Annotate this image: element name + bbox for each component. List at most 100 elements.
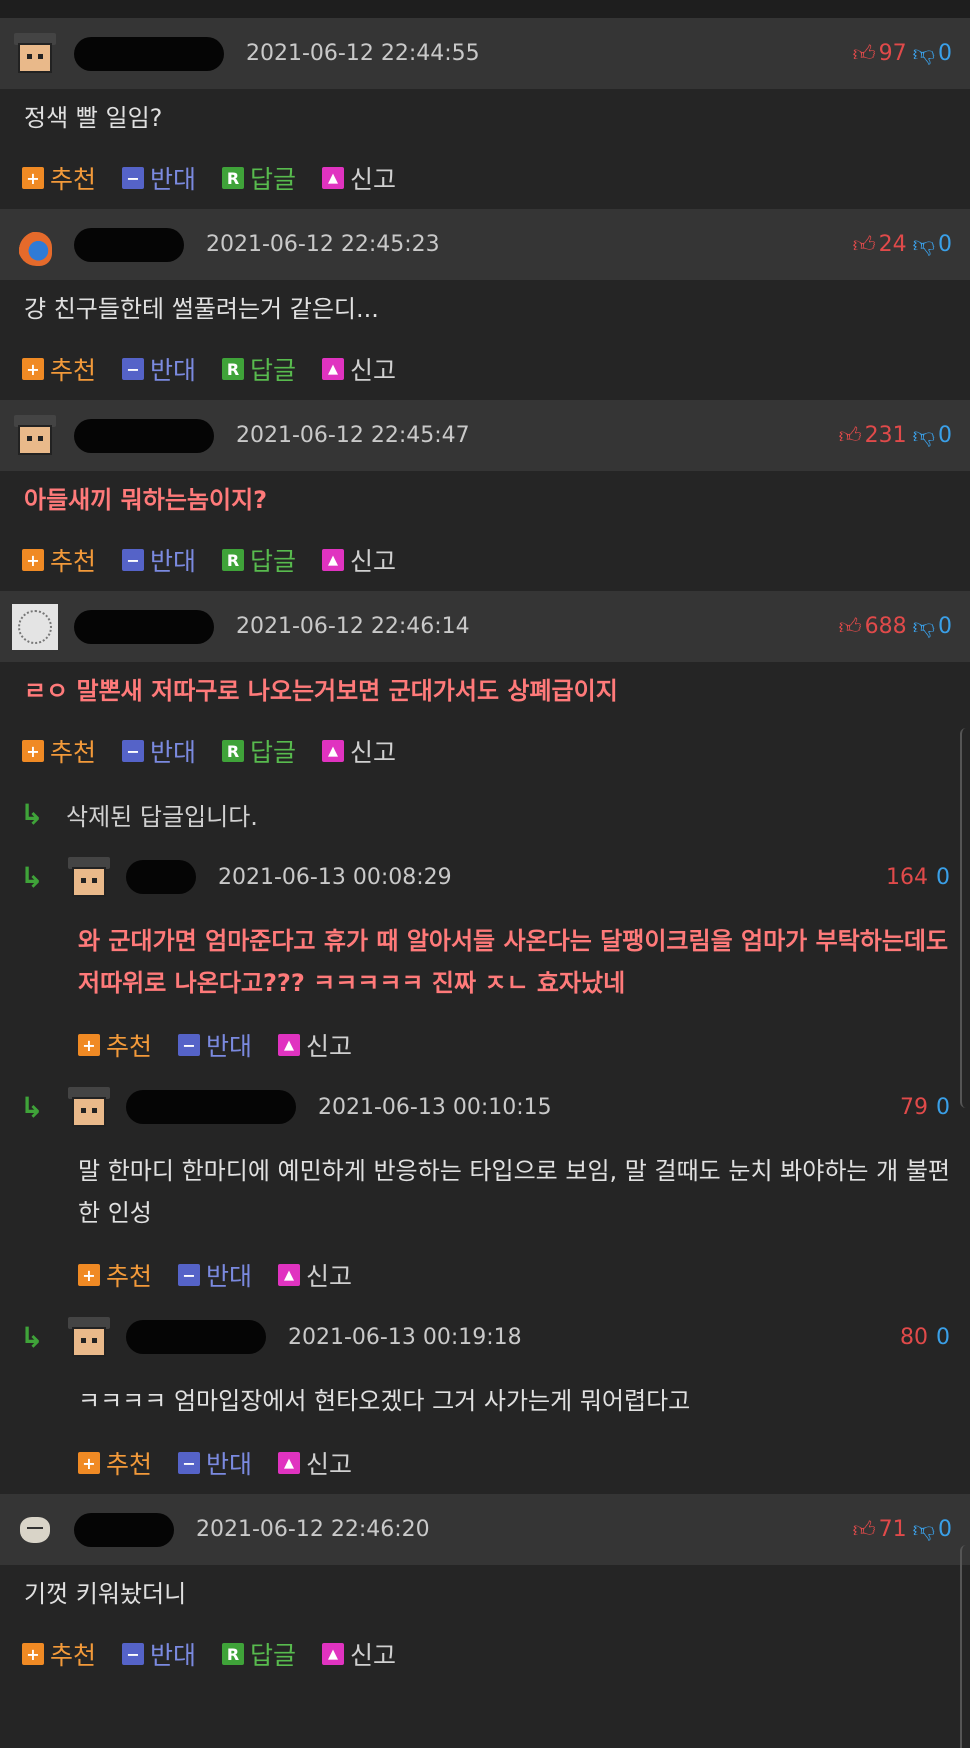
reply: ↳ 2021-06-13 00:08:29 164 0 와 군대가면 엄마준다고… [0, 846, 970, 1076]
oppose-button[interactable]: − 반대 [122, 542, 196, 578]
siren-icon: ▲ [278, 1264, 301, 1286]
avatar[interactable] [12, 413, 58, 459]
upvote-count[interactable]: 164 [886, 865, 928, 890]
oppose-label: 반대 [206, 1262, 253, 1291]
downvote[interactable]: 👎︎ 0 [913, 613, 952, 640]
report-button[interactable]: ▲ 신고 [322, 351, 396, 387]
downvote[interactable]: 👎︎ 0 [913, 40, 952, 67]
downvote-count[interactable]: 0 [936, 865, 950, 890]
comment-header: 2021-06-12 22:46:14 👍︎ 688 👎︎ 0 [0, 591, 970, 662]
recommend-button[interactable]: + 추천 [22, 1636, 96, 1672]
reply-button[interactable]: R 답글 [222, 351, 296, 387]
plus-icon: + [22, 740, 44, 762]
oppose-button[interactable]: − 반대 [122, 351, 196, 387]
recommend-button[interactable]: + 추천 [22, 351, 96, 387]
minus-icon: − [122, 549, 145, 571]
report-button[interactable]: ▲ 신고 [278, 1027, 352, 1063]
redacted-nickname [74, 36, 224, 71]
reply-date: 2021-06-13 00:08:29 [218, 864, 452, 890]
comment-actions: + 추천 − 반대 R 답글 ▲ 신고 [0, 147, 970, 209]
downvote[interactable]: 👎︎ 0 [913, 231, 952, 258]
report-label: 신고 [306, 1032, 353, 1061]
oppose-button[interactable]: − 반대 [178, 1257, 252, 1293]
minus-icon: − [122, 1643, 145, 1665]
report-button[interactable]: ▲ 신고 [278, 1257, 352, 1293]
upvote[interactable]: 👍︎ 97 [853, 40, 907, 67]
upvote[interactable]: 👍︎ 688 [839, 613, 907, 640]
vote-counts: 80 0 [900, 1306, 950, 1368]
siren-icon: ▲ [322, 358, 345, 380]
oppose-button[interactable]: − 반대 [122, 160, 196, 196]
redacted-nickname [74, 1512, 174, 1547]
scrollbar[interactable] [960, 728, 970, 1108]
downvote[interactable]: 👎︎ 0 [913, 422, 952, 449]
comment-date: 2021-06-12 22:45:47 [236, 423, 470, 448]
siren-icon: ▲ [322, 1643, 345, 1665]
report-button[interactable]: ▲ 신고 [322, 160, 396, 196]
comment-text: 걍 친구들한테 썰풀려는거 같은디... [24, 295, 379, 323]
recommend-button[interactable]: + 추천 [22, 733, 96, 769]
avatar[interactable] [66, 1315, 110, 1359]
recommend-button[interactable]: + 추천 [22, 160, 96, 196]
vote-counts: 👍︎ 688 👎︎ 0 [839, 591, 952, 662]
comment: 2021-06-12 22:45:23 👍︎ 24 👎︎ 0 걍 친구들한테 썰풀려… [0, 209, 970, 400]
reply-label: 답글 [250, 738, 297, 767]
redacted-nickname [74, 227, 184, 262]
avatar[interactable] [12, 603, 58, 650]
downvote-count[interactable]: 0 [936, 1325, 950, 1350]
redacted-nickname [126, 1090, 296, 1124]
report-button[interactable]: ▲ 신고 [322, 1636, 396, 1672]
oppose-label: 반대 [150, 356, 197, 385]
recommend-button[interactable]: + 추천 [78, 1445, 152, 1481]
downvote-count[interactable]: 0 [936, 1095, 950, 1120]
reply-button[interactable]: R 답글 [222, 733, 296, 769]
recommend-label: 추천 [106, 1032, 153, 1061]
plus-icon: + [22, 358, 44, 380]
comment-text: 아들새끼 뭐하는놈이지? [24, 486, 268, 514]
comment-text: 기껏 키워놨더니 [24, 1580, 187, 1608]
reply-arrow-icon: ↳ [20, 797, 44, 831]
avatar[interactable] [12, 222, 58, 268]
reply: ↳ 2021-06-13 00:10:15 79 0 말 한마디 한마디에 예민… [0, 1076, 970, 1306]
report-label: 신고 [350, 165, 397, 194]
avatar[interactable] [12, 31, 58, 77]
oppose-button[interactable]: − 반대 [122, 733, 196, 769]
reply-button[interactable]: R 답글 [222, 542, 296, 578]
reply-label: 답글 [250, 547, 297, 576]
reply-button[interactable]: R 답글 [222, 1636, 296, 1672]
upvote-count: 24 [878, 232, 907, 257]
avatar[interactable] [66, 1085, 110, 1129]
recommend-label: 추천 [106, 1262, 153, 1291]
reply-arrow-icon: ↳ [20, 1320, 44, 1354]
upvote[interactable]: 👍︎ 24 [853, 231, 907, 258]
upvote-count[interactable]: 80 [900, 1325, 928, 1350]
avatar[interactable] [66, 855, 110, 899]
report-button[interactable]: ▲ 신고 [278, 1445, 352, 1481]
oppose-button[interactable]: − 반대 [178, 1445, 252, 1481]
vote-counts: 164 0 [886, 846, 950, 908]
comment-header: 2021-06-12 22:45:47 👍︎ 231 👎︎ 0 [0, 400, 970, 471]
upvote-count[interactable]: 79 [900, 1095, 928, 1120]
reply-header: ↳ 2021-06-13 00:10:15 79 0 [0, 1076, 970, 1138]
report-button[interactable]: ▲ 신고 [322, 733, 396, 769]
minus-icon: − [178, 1264, 201, 1286]
scrollbar-lower[interactable] [960, 1545, 970, 1748]
comment-date: 2021-06-12 22:46:20 [196, 1517, 430, 1542]
downvote-count: 0 [938, 1517, 952, 1542]
recommend-button[interactable]: + 추천 [78, 1257, 152, 1293]
oppose-button[interactable]: − 반대 [122, 1636, 196, 1672]
downvote[interactable]: 👎︎ 0 [913, 1516, 952, 1543]
reply-button[interactable]: R 답글 [222, 160, 296, 196]
thumbs-down-icon: 👎︎ [912, 615, 935, 640]
avatar[interactable] [12, 1507, 58, 1553]
oppose-button[interactable]: − 반대 [178, 1027, 252, 1063]
reply-text: ㅋㅋㅋㅋ 엄마입장에서 현타오겠다 그거 사가는게 뭐어렵다고 [78, 1387, 691, 1415]
reply: ↳ 2021-06-13 00:19:18 80 0 ㅋㅋㅋㅋ 엄마입장에서 현… [0, 1306, 970, 1494]
report-button[interactable]: ▲ 신고 [322, 542, 396, 578]
recommend-button[interactable]: + 추천 [22, 542, 96, 578]
upvote[interactable]: 👍︎ 231 [839, 422, 907, 449]
upvote[interactable]: 👍︎ 71 [853, 1516, 907, 1543]
minus-icon: − [122, 358, 145, 380]
recommend-button[interactable]: + 추천 [78, 1027, 152, 1063]
recommend-label: 추천 [50, 356, 97, 385]
